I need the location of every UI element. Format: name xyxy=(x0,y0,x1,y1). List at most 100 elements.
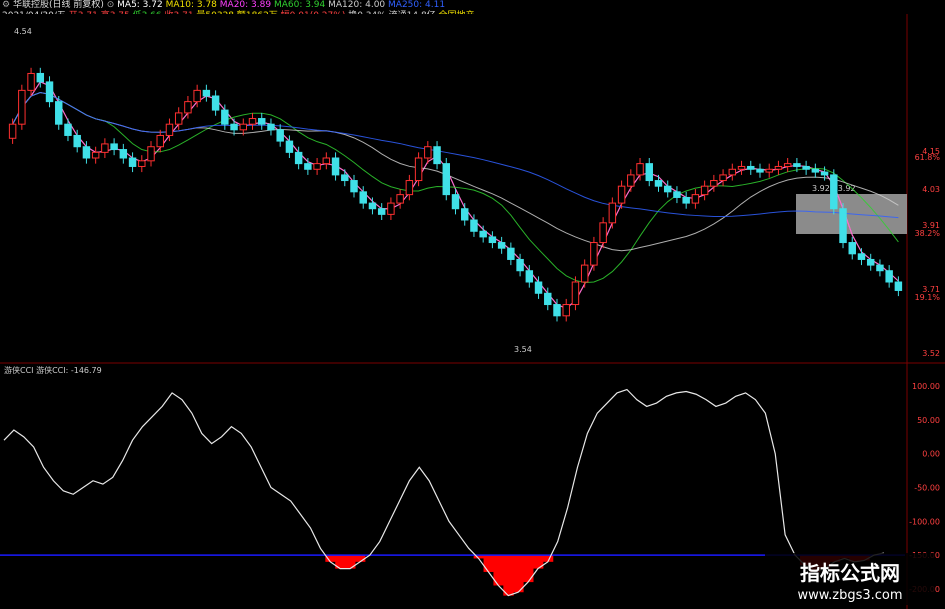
candle-body xyxy=(64,123,72,136)
stock-name: 华联控股(日线 前复权) xyxy=(12,0,104,10)
candle-body xyxy=(756,168,764,173)
candle-body xyxy=(830,174,838,210)
cci-oversold-bar xyxy=(523,555,534,583)
candle-body xyxy=(239,123,248,131)
candle-body xyxy=(876,264,884,272)
candle-body xyxy=(359,191,367,204)
stock-chart-screen: ⚙ 华联控股(日线 前复权) ⊙ MA5: 3.72 MA10: 3.78 MA… xyxy=(0,0,945,609)
candle-body xyxy=(857,253,866,260)
candle-body xyxy=(562,304,570,317)
candle-body xyxy=(793,163,801,167)
candle-body xyxy=(442,163,451,196)
cci-tick-label: 100.00 xyxy=(912,382,940,391)
candle-body xyxy=(590,242,598,266)
header-item: MA120: 4.00 xyxy=(325,0,386,10)
candle-body xyxy=(636,163,644,176)
candle-body xyxy=(387,202,395,215)
candle-body xyxy=(128,157,137,167)
right-axis-label: 4.03 xyxy=(922,185,940,194)
candle-body xyxy=(885,270,893,283)
candle-body xyxy=(276,129,284,142)
candle-body xyxy=(608,202,617,224)
candle-body xyxy=(193,89,201,103)
candle-body xyxy=(710,180,718,187)
candle-body xyxy=(396,194,404,204)
candle-body xyxy=(27,72,35,91)
candle-body xyxy=(294,151,303,165)
candle-body xyxy=(654,180,663,187)
candle-body xyxy=(765,168,773,173)
candle-body xyxy=(73,134,81,148)
candle-body xyxy=(156,134,164,148)
refresh-icon[interactable]: ⊙ xyxy=(107,0,115,10)
candle-body xyxy=(507,247,515,260)
candle-body xyxy=(174,112,183,125)
candle-body xyxy=(202,89,211,97)
candle-body xyxy=(285,140,294,153)
cci-tick-label: -50.00 xyxy=(914,484,940,493)
cci-tick-label: 50.00 xyxy=(917,416,940,425)
right-axis-label: 61.8% xyxy=(915,153,941,162)
cci-oversold-bar xyxy=(325,555,336,562)
candle-body xyxy=(91,151,100,159)
candle-body xyxy=(525,270,534,283)
candle-body xyxy=(451,194,460,210)
settings-icon[interactable]: ⚙ xyxy=(2,0,10,10)
candle-body xyxy=(544,292,552,306)
candle-body xyxy=(774,165,783,170)
right-axis-label: 38.2% xyxy=(915,229,941,238)
candle-body xyxy=(866,258,875,266)
candle-body xyxy=(580,264,589,283)
header-item: MA20: 3.89 xyxy=(216,0,272,10)
cci-tick-label: -100.00 xyxy=(909,517,940,526)
candle-body xyxy=(110,143,118,151)
header-item: MA10: 3.78 xyxy=(162,0,217,10)
candle-body xyxy=(36,72,45,83)
candle-body xyxy=(414,157,423,182)
high-marker: 4.54 xyxy=(14,27,32,36)
candle-body xyxy=(331,157,340,176)
candle-body xyxy=(663,185,672,193)
candle-body xyxy=(691,194,700,204)
candle-body xyxy=(894,281,903,291)
candle-body xyxy=(258,118,266,125)
header-item: MA5: 3.72 xyxy=(117,0,163,10)
candle-body xyxy=(377,208,386,215)
candle-body xyxy=(488,236,497,244)
cci-title: 游侠CCI 游侠CCI: -146.79 xyxy=(4,365,102,375)
candle-body xyxy=(304,163,312,170)
candle-body xyxy=(534,281,543,294)
candle-body xyxy=(248,118,257,125)
candle-body xyxy=(599,222,607,244)
candle-body xyxy=(728,168,737,176)
candle-body xyxy=(682,196,690,204)
candle-body xyxy=(45,81,54,103)
candle-body xyxy=(267,123,275,131)
candle-body xyxy=(8,123,17,139)
candle-body xyxy=(571,281,580,306)
candle-body xyxy=(627,174,635,187)
candle-body xyxy=(184,101,192,114)
candle-body xyxy=(516,258,524,272)
candle-body xyxy=(747,165,755,170)
header-item: MA60: 3.94 xyxy=(271,0,326,10)
candle-body xyxy=(18,89,26,125)
candle-body xyxy=(839,208,847,244)
candle-body xyxy=(811,168,820,173)
cci-oversold-bar xyxy=(483,555,494,572)
candle-body xyxy=(368,202,377,210)
candle-body xyxy=(737,165,746,170)
candle-body xyxy=(313,163,321,170)
candle-body xyxy=(119,149,128,159)
candle-body xyxy=(165,123,174,136)
candle-body xyxy=(645,163,653,182)
header-line1: ⚙ 华联控股(日线 前复权) ⊙ MA5: 3.72 MA10: 3.78 MA… xyxy=(2,0,445,11)
candle-body xyxy=(553,304,561,317)
candle-body xyxy=(617,185,626,204)
cci-oversold-bar xyxy=(503,555,514,596)
candle-body xyxy=(497,242,506,249)
candle-body xyxy=(470,219,478,232)
watermark-logo: 指标公式网 www.zbgs3.com xyxy=(765,553,935,605)
price-panel[interactable]: 3.92 - 3.924.543.544.1561.8%4.033.9138.2… xyxy=(0,14,945,364)
candle-body xyxy=(405,180,414,196)
